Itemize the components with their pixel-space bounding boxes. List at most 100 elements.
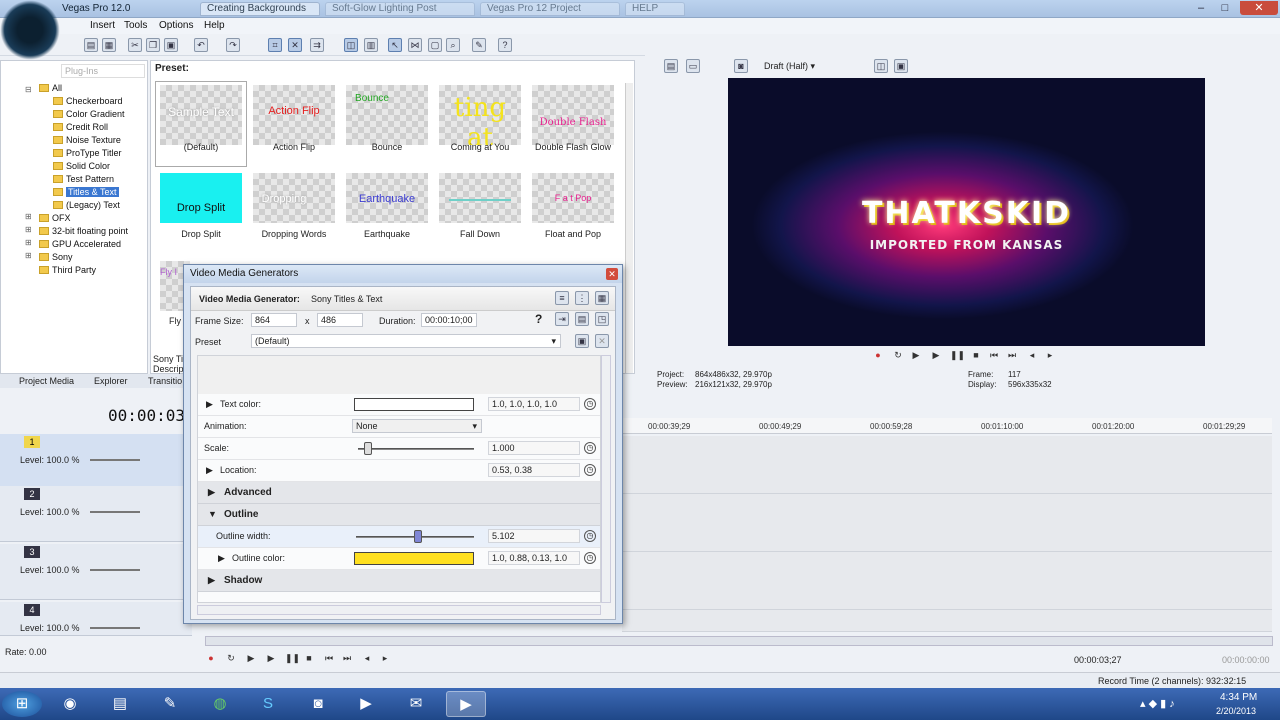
play-from-start-icon[interactable]: ▶ — [245, 652, 257, 664]
tree-item-all[interactable]: All — [39, 83, 62, 93]
generator-options-icon[interactable]: ⇥ — [555, 312, 569, 326]
level-slider[interactable] — [90, 627, 140, 629]
pin-icon[interactable]: ◳ — [595, 312, 609, 326]
frame-width-input[interactable]: 864 — [251, 313, 297, 327]
outline-width-value[interactable]: 5.102 — [488, 529, 580, 543]
animation-dropdown[interactable]: None ▾ — [352, 419, 482, 433]
play-from-start-icon[interactable]: ▶ — [910, 349, 922, 361]
next-frame-icon[interactable]: ▸ — [1044, 349, 1056, 361]
notepad-icon[interactable]: ✎ — [150, 691, 190, 717]
tree-item-checkerboard[interactable]: Checkerboard — [53, 96, 123, 106]
dialog-close-button[interactable]: ✕ — [606, 268, 618, 280]
tree-item-ofx[interactable]: OFX — [39, 213, 71, 223]
outline-color-swatch[interactable] — [354, 552, 474, 565]
lock-envelopes-icon[interactable]: ◫ — [344, 38, 358, 52]
tab-explorer[interactable]: Explorer — [94, 376, 128, 386]
undo-icon[interactable]: ↶ — [194, 38, 208, 52]
save-preset-icon[interactable]: ▣ — [575, 334, 589, 348]
preset-thumb-bounce[interactable]: Bounce — [346, 85, 428, 145]
next-frame-icon[interactable]: ▸ — [379, 652, 391, 664]
view-grid-icon[interactable]: ⋮ — [575, 291, 589, 305]
properties-vscrollbar[interactable] — [601, 355, 611, 603]
animate-clock-icon[interactable]: ◷ — [584, 530, 596, 542]
external-monitor-icon[interactable]: ▭ — [686, 59, 700, 73]
scale-slider-thumb[interactable] — [364, 442, 372, 455]
media-player-icon[interactable]: ▶ — [346, 691, 386, 717]
menu-tools[interactable]: Tools — [124, 20, 147, 31]
plugin-search-input[interactable]: Plug-Ins — [61, 64, 145, 78]
tree-item-titles-and-text[interactable]: Titles & Text — [53, 187, 119, 197]
browser-tab[interactable]: Creating Backgrounds — [200, 2, 320, 16]
preset-thumb-coming-at-you[interactable]: ting at — [439, 85, 521, 145]
play-icon[interactable]: ▶ — [265, 652, 277, 664]
tree-item-solid-color[interactable]: Solid Color — [53, 161, 110, 171]
expand-icon[interactable]: ⊞ — [25, 225, 32, 234]
spotify-icon[interactable]: ◍ — [200, 691, 240, 717]
paste-icon[interactable]: ▣ — [164, 38, 178, 52]
tree-item-color-gradient[interactable]: Color Gradient — [53, 109, 125, 119]
shadow-section[interactable]: ▶ Shadow — [198, 570, 600, 592]
outline-width-slider-thumb[interactable] — [414, 530, 422, 543]
properties-icon[interactable]: ▤ — [84, 38, 98, 52]
start-button-icon[interactable]: ⊞ — [2, 691, 42, 717]
copy-icon[interactable]: ❐ — [146, 38, 160, 52]
notification-app-icon[interactable]: ✉ — [396, 691, 436, 717]
zoom-edit-tool-icon[interactable]: ⌕ — [446, 38, 460, 52]
advanced-section[interactable]: ▶ Advanced — [198, 482, 600, 504]
tree-item-credit-roll[interactable]: Credit Roll — [53, 122, 108, 132]
browser-tab[interactable]: Vegas Pro 12 Project — [480, 2, 620, 16]
level-slider[interactable] — [90, 459, 140, 461]
record-icon[interactable]: ● — [205, 652, 217, 664]
presets-scrollbar[interactable] — [625, 83, 633, 373]
expand-arrow-icon[interactable]: ▶ — [218, 553, 225, 564]
duration-input[interactable]: 00:00:10;00 — [421, 313, 477, 327]
expand-icon[interactable]: ⊞ — [25, 212, 32, 221]
text-color-swatch[interactable] — [354, 398, 474, 411]
track-header[interactable]: 1 Level: 100.0 % — [0, 434, 192, 490]
import-icon[interactable]: ▦ — [102, 38, 116, 52]
tab-transitions[interactable]: Transitio — [148, 376, 182, 386]
tree-item-protype-titler[interactable]: ProType Titler — [53, 148, 122, 158]
scale-value[interactable]: 1.000 — [488, 441, 580, 455]
browser-tab[interactable]: HELP — [625, 2, 685, 16]
go-to-start-icon[interactable]: ⏮ — [988, 349, 1000, 361]
tree-item-32bit-floating-point[interactable]: 32-bit floating point — [39, 226, 128, 236]
selection-edit-tool-icon[interactable]: ▢ — [428, 38, 442, 52]
timeline-ruler[interactable]: 00:00:39;29 00:00:49;29 00:00:59;28 00:0… — [622, 418, 1272, 434]
previous-frame-icon[interactable]: ◂ — [361, 652, 373, 664]
outline-color-value[interactable]: 1.0, 0.88, 0.13, 1.0 — [488, 551, 580, 565]
level-slider[interactable] — [90, 511, 140, 513]
preset-thumb-float-and-pop[interactable]: F a t Pop — [532, 173, 614, 223]
browser-tab[interactable]: Soft-Glow Lighting Post — [325, 2, 475, 16]
stop-icon[interactable]: ■ — [970, 349, 982, 361]
auto-crossfade-icon[interactable]: ✕ — [288, 38, 302, 52]
go-to-start-icon[interactable]: ⏮ — [323, 652, 335, 664]
split-tool-icon[interactable]: ✎ — [472, 38, 486, 52]
animate-clock-icon[interactable]: ◷ — [584, 398, 596, 410]
pause-icon[interactable]: ❚❚ — [285, 652, 300, 664]
track-lane[interactable] — [622, 436, 1272, 494]
preview-properties-icon[interactable]: ▤ — [664, 59, 678, 73]
track-header[interactable]: 3 Level: 100.0 % — [0, 544, 192, 600]
cut-icon[interactable]: ✂ — [128, 38, 142, 52]
track-lane[interactable] — [622, 610, 1272, 632]
go-to-end-icon[interactable]: ⏭ — [1006, 349, 1018, 361]
chrome-icon[interactable]: ◉ — [50, 691, 90, 717]
animate-clock-icon[interactable]: ◷ — [584, 442, 596, 454]
properties-hscrollbar[interactable] — [197, 605, 601, 615]
level-slider[interactable] — [90, 569, 140, 571]
expand-arrow-icon[interactable]: ▶ — [206, 465, 213, 476]
view-details-icon[interactable]: ▦ — [595, 291, 609, 305]
skype-icon[interactable]: S — [248, 691, 288, 717]
timeline-hscrollbar[interactable] — [205, 636, 1273, 646]
maximize-button[interactable]: □ — [1214, 1, 1236, 15]
preset-dropdown[interactable]: (Default) ▾ — [251, 334, 561, 348]
delete-preset-icon[interactable]: ✕ — [595, 334, 609, 348]
outline-section[interactable]: ▼ Outline — [198, 504, 600, 526]
ripple-edit-icon[interactable]: ⇉ — [310, 38, 324, 52]
envelope-edit-tool-icon[interactable]: ⋈ — [408, 38, 422, 52]
preview-quality-dropdown[interactable]: Draft (Half) ▾ — [764, 61, 815, 72]
tray-icons[interactable]: ▴ ◆ ▮ ♪ — [1140, 697, 1175, 710]
expand-icon[interactable]: ⊞ — [25, 238, 32, 247]
go-to-end-icon[interactable]: ⏭ — [341, 652, 353, 664]
